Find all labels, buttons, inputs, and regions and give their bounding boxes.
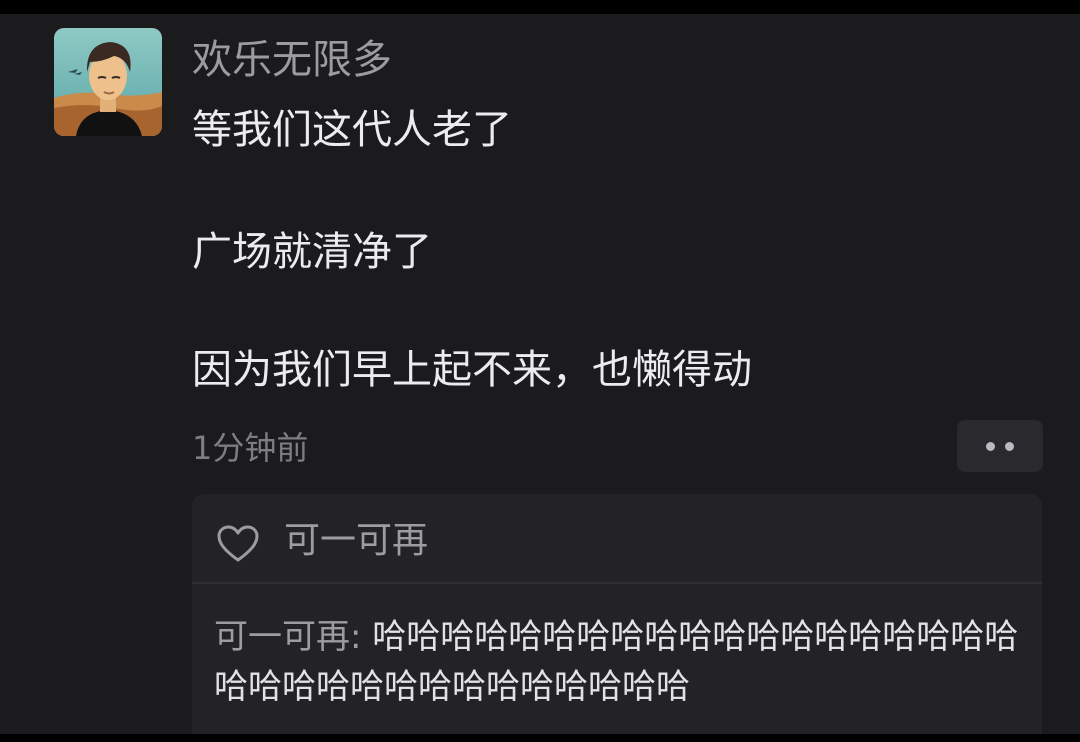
likes-comments-panel: 可一可再 可一可再: 哈哈哈哈哈哈哈哈哈哈哈哈哈哈哈哈哈哈哈哈哈哈哈哈哈哈哈哈哈… [192,494,1042,742]
post-text-line: 因为我们早上起不来，也懒得动 [192,347,752,393]
bottom-edge [0,734,1080,742]
comment-author[interactable]: 可一可再: [214,617,361,657]
avatar[interactable] [54,28,162,136]
comment-item[interactable]: 可一可再: 哈哈哈哈哈哈哈哈哈哈哈哈哈哈哈哈哈哈哈哈哈哈哈哈哈哈哈哈哈哈哈哈哈 [214,612,1042,712]
avatar-illustration [54,28,162,136]
moments-screen: 欢乐无限多 等我们这代人老了 广场就清净了 因为我们早上起不来，也懒得动 1分钟… [0,0,1080,742]
divider [192,582,1042,584]
liked-by-names[interactable]: 可一可再 [284,516,428,566]
heart-outline-icon [217,525,259,562]
post-text-line: 广场就清净了 [192,229,432,275]
post-timestamp: 1分钟前 [192,429,309,467]
post-text-line: 等我们这代人老了 [192,107,512,153]
more-dots-icon [986,442,995,451]
post-author-name[interactable]: 欢乐无限多 [192,34,392,86]
top-edge [0,0,1080,14]
more-dots-icon [1005,442,1014,451]
more-actions-button[interactable] [957,420,1043,472]
